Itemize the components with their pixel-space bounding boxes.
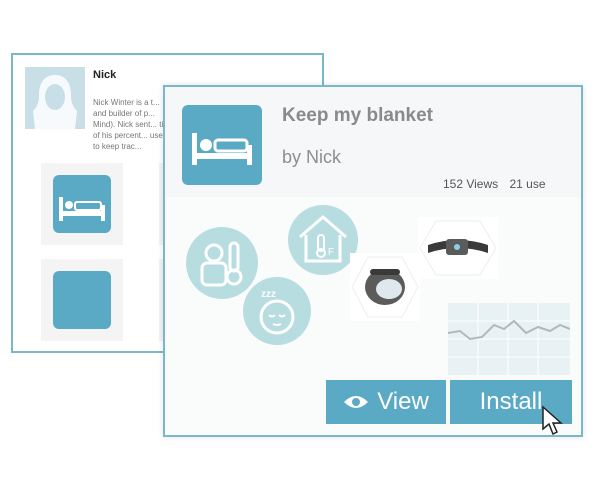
profile-name: Nick [93, 69, 117, 81]
svg-text:F: F [328, 247, 334, 258]
wrist-tracker-device [350, 253, 420, 321]
recipe-tile-icon [53, 271, 111, 329]
uses-count: 21 use [509, 177, 546, 191]
sparkline-chart [447, 303, 571, 375]
recipe-stats: 152 Views 21 use [443, 177, 546, 191]
sleep-face-icon: zzz [243, 277, 311, 345]
view-button-label: View [377, 388, 429, 415]
recipe-title: Keep my blanket [282, 105, 433, 126]
recipe-card: Keep my blanket by Nick 152 Views 21 use… [163, 85, 583, 437]
svg-text:zzz: zzz [261, 289, 276, 300]
views-count: 152 Views [443, 177, 499, 191]
watch-band-device [418, 217, 498, 279]
recipe-tile[interactable] [41, 259, 123, 341]
recipe-author: by Nick [282, 147, 342, 167]
install-button-label: Install [479, 388, 543, 415]
pointer-cursor-icon [541, 405, 565, 442]
eye-icon [344, 396, 369, 408]
profile-bio: Nick Winter is a t... and builder of p..… [93, 98, 173, 151]
view-button[interactable]: View [326, 380, 446, 424]
bed-icon [53, 175, 111, 233]
bed-icon [182, 105, 262, 185]
avatar [25, 67, 85, 129]
recipe-tile[interactable] [41, 163, 123, 245]
house-temperature-icon: F [288, 205, 358, 275]
